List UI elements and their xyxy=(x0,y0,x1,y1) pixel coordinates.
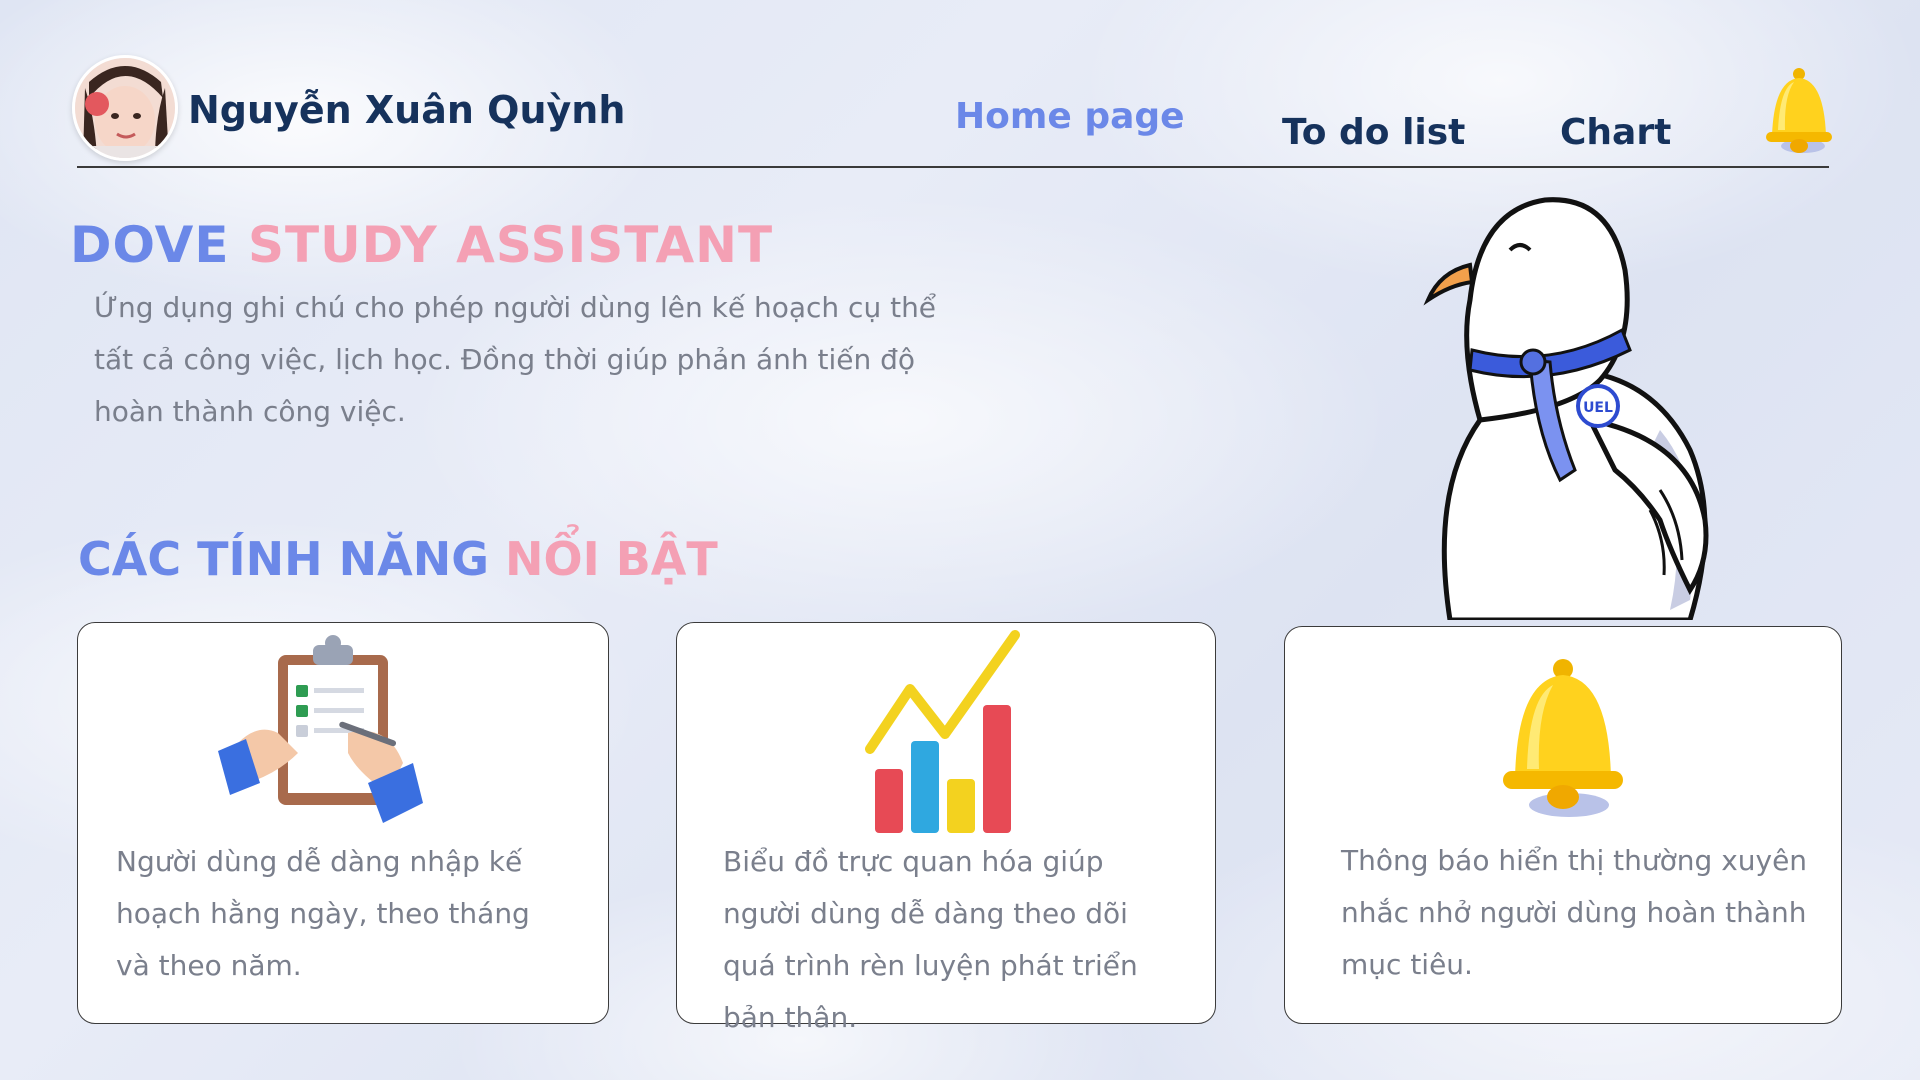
features-heading-part2: NỔI BẬT xyxy=(505,532,718,586)
app-title-part1: DOVE xyxy=(70,216,230,274)
feature-card-chart[interactable]: Biểu đồ trực quan hóa giúp người dùng dễ… xyxy=(676,622,1216,1034)
feature-card-planning[interactable]: Người dùng dễ dàng nhập kế hoạch hằng ng… xyxy=(77,622,609,1024)
features-heading: CÁC TÍNH NĂNG NỔI BẬT xyxy=(78,532,718,586)
header-divider xyxy=(77,166,1829,168)
app-title: DOVE STUDY ASSISTANT xyxy=(70,216,773,274)
nav-todo-list[interactable]: To do list xyxy=(1282,112,1465,153)
uel-badge: UEL xyxy=(1583,400,1613,416)
notification-bell-icon[interactable] xyxy=(1758,66,1840,156)
nav-chart[interactable]: Chart xyxy=(1560,112,1671,153)
app-description: Ứng dụng ghi chú cho phép người dùng lên… xyxy=(94,291,937,428)
nav-home-page[interactable]: Home page xyxy=(955,96,1185,137)
feature-card-planning-text: Người dùng dễ dàng nhập kế hoạch hằng ng… xyxy=(116,845,530,982)
user-avatar[interactable] xyxy=(72,55,178,161)
bell-icon xyxy=(1495,657,1635,821)
clipboard-icon xyxy=(218,633,458,837)
bar-chart-icon xyxy=(865,629,1035,843)
app-title-part2: STUDY ASSISTANT xyxy=(247,216,774,274)
feature-card-notification-text: Thông báo hiển thị thường xuyên nhắc nhở… xyxy=(1341,844,1808,981)
dove-mascot-icon: UEL xyxy=(1360,190,1730,623)
feature-card-notification[interactable]: Thông báo hiển thị thường xuyên nhắc nhở… xyxy=(1284,626,1842,1024)
feature-card-chart-text: Biểu đồ trực quan hóa giúp người dùng dễ… xyxy=(723,845,1138,1034)
features-heading-part1: CÁC TÍNH NĂNG xyxy=(78,532,489,586)
user-name: Nguyễn Xuân Quỳnh xyxy=(188,88,626,132)
